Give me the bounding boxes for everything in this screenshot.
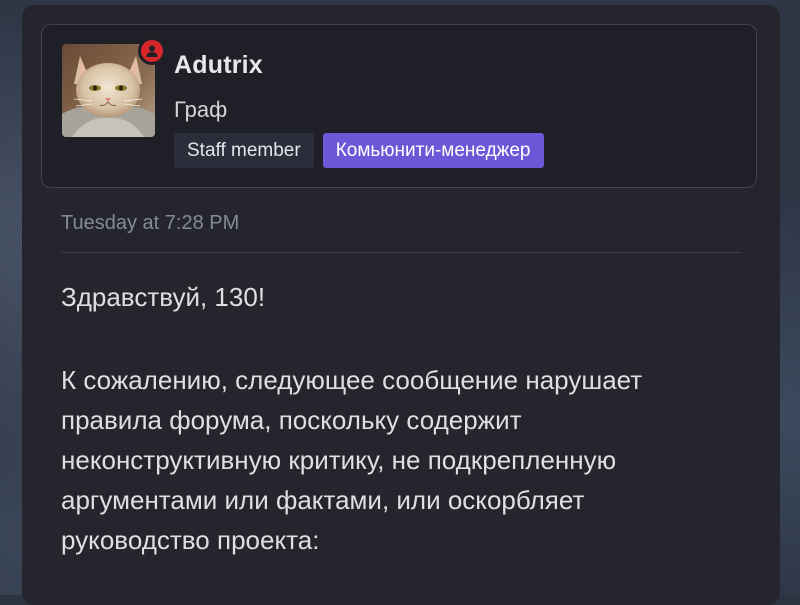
author-name[interactable]: Adutrix [174, 51, 263, 80]
post-timestamp[interactable]: Tuesday at 7:28 PM [61, 212, 239, 235]
header-divider [61, 252, 740, 253]
author-badges: Staff member Комьюнити-менеджер [174, 133, 544, 168]
message-line: неконструктивную критику, не подкрепленн… [61, 445, 617, 475]
author-card: Adutrix Граф Staff member Комьюнити-мене… [41, 24, 757, 188]
user-status-badge [138, 37, 166, 65]
message-line: правила форума, поскольку содержит [61, 405, 522, 435]
message-line: аргументами или фактами, или оскорбляет [61, 485, 585, 515]
message-line: руководство проекта: [61, 525, 320, 555]
author-title: Граф [174, 97, 228, 122]
message-line: К сожалению, следующее сообщение нарушае… [61, 365, 643, 395]
staff-member-badge: Staff member [174, 133, 314, 168]
message-body: К сожалению, следующее сообщение нарушае… [61, 360, 751, 560]
user-online-icon [146, 45, 158, 57]
message-greeting: Здравствуй, 130! [61, 282, 266, 312]
community-manager-badge: Комьюнити-менеджер [322, 133, 544, 168]
